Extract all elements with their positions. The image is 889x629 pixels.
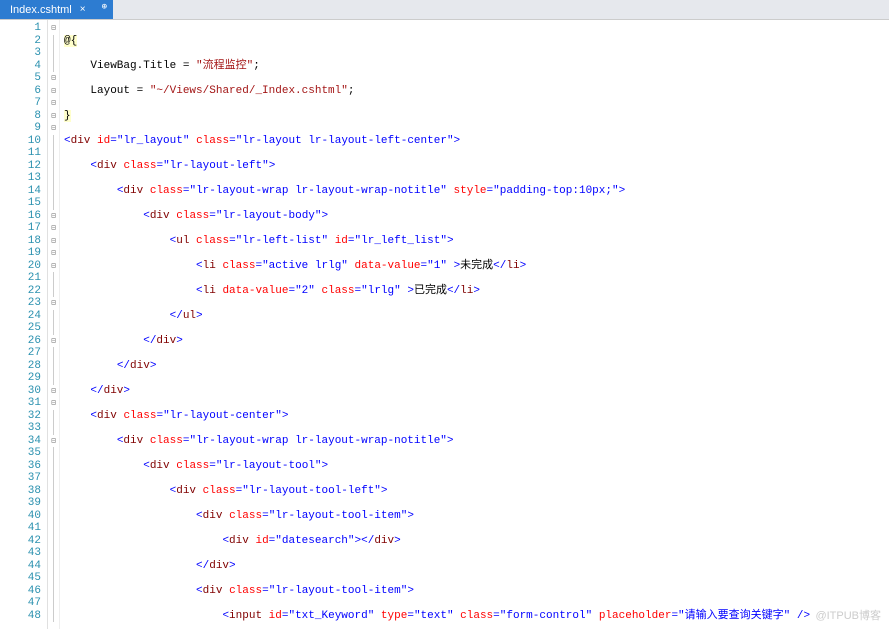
line-number: 7: [0, 97, 47, 110]
fold-toggle-icon[interactable]: ⊟: [48, 335, 59, 348]
line-number: 39: [0, 497, 47, 510]
line-number: 27: [0, 347, 47, 360]
line-number: 34: [0, 435, 47, 448]
line-number: 23: [0, 297, 47, 310]
fold-gutter: ⊟ ⊟ ⊟ ⊟ ⊟ ⊟ ⊟ ⊟ ⊟ ⊟ ⊟ ⊟ ⊟ ⊟ ⊟ ⊟: [48, 20, 60, 629]
watermark-text: @ITPUB博客: [815, 607, 881, 623]
fold-toggle-icon[interactable]: ⊟: [48, 247, 59, 260]
line-number: 24: [0, 310, 47, 323]
line-number: 14: [0, 185, 47, 198]
line-number: 3: [0, 47, 47, 60]
line-number: 18: [0, 235, 47, 248]
line-number: 5: [0, 72, 47, 85]
line-number-gutter: 1 2 3 4 5 6 7 8 9 10 11 12 13 14 15 16 1…: [0, 20, 48, 629]
line-number: 26: [0, 335, 47, 348]
tab-filename: Index.cshtml: [10, 4, 72, 16]
line-number: 15: [0, 197, 47, 210]
line-number: 33: [0, 422, 47, 435]
fold-toggle-icon[interactable]: ⊟: [48, 385, 59, 398]
editor-area: 1 2 3 4 5 6 7 8 9 10 11 12 13 14 15 16 1…: [0, 20, 889, 629]
line-number: 11: [0, 147, 47, 160]
close-icon[interactable]: ×: [80, 4, 86, 15]
line-number: 38: [0, 485, 47, 498]
line-number: 4: [0, 60, 47, 73]
line-number: 37: [0, 472, 47, 485]
line-number: 8: [0, 110, 47, 123]
fold-toggle-icon[interactable]: ⊟: [48, 435, 59, 448]
line-number: 40: [0, 510, 47, 523]
line-number: 42: [0, 535, 47, 548]
line-number: 46: [0, 585, 47, 598]
fold-toggle-icon[interactable]: ⊟: [48, 97, 59, 110]
line-number: 47: [0, 597, 47, 610]
line-number: 25: [0, 322, 47, 335]
line-number: 22: [0, 285, 47, 298]
line-number: 36: [0, 460, 47, 473]
fold-toggle-icon[interactable]: ⊟: [48, 222, 59, 235]
line-number: 35: [0, 447, 47, 460]
line-number: 43: [0, 547, 47, 560]
fold-toggle-icon[interactable]: ⊟: [48, 110, 59, 123]
fold-toggle-icon[interactable]: ⊟: [48, 235, 59, 248]
line-number: 6: [0, 85, 47, 98]
line-number: 41: [0, 522, 47, 535]
fold-toggle-icon[interactable]: ⊟: [48, 260, 59, 273]
line-number: 16: [0, 210, 47, 223]
line-number: 20: [0, 260, 47, 273]
line-number: 21: [0, 272, 47, 285]
line-number: 29: [0, 372, 47, 385]
line-number: 31: [0, 397, 47, 410]
tab-pin-icon[interactable]: ⊕: [96, 0, 113, 19]
line-number: 12: [0, 160, 47, 173]
fold-toggle-icon[interactable]: ⊟: [48, 210, 59, 223]
line-number: 19: [0, 247, 47, 260]
fold-toggle-icon[interactable]: ⊟: [48, 297, 59, 310]
file-tab-active[interactable]: Index.cshtml ×: [0, 0, 96, 19]
line-number: 10: [0, 135, 47, 148]
tab-bar: Index.cshtml × ⊕: [0, 0, 889, 20]
line-number: 1: [0, 22, 47, 35]
line-number: 17: [0, 222, 47, 235]
line-number: 32: [0, 410, 47, 423]
line-number: 28: [0, 360, 47, 373]
line-number: 44: [0, 560, 47, 573]
line-number: 48: [0, 610, 47, 623]
fold-toggle-icon[interactable]: ⊟: [48, 85, 59, 98]
fold-toggle-icon[interactable]: ⊟: [48, 22, 59, 35]
line-number: 45: [0, 572, 47, 585]
fold-toggle-icon[interactable]: ⊟: [48, 397, 59, 410]
code-editor[interactable]: @{ ViewBag.Title = "流程监控"; Layout = "~/V…: [60, 20, 889, 629]
fold-toggle-icon[interactable]: ⊟: [48, 122, 59, 135]
line-number: 30: [0, 385, 47, 398]
line-number: 13: [0, 172, 47, 185]
fold-toggle-icon[interactable]: ⊟: [48, 72, 59, 85]
line-number: 9: [0, 122, 47, 135]
line-number: 2: [0, 35, 47, 48]
